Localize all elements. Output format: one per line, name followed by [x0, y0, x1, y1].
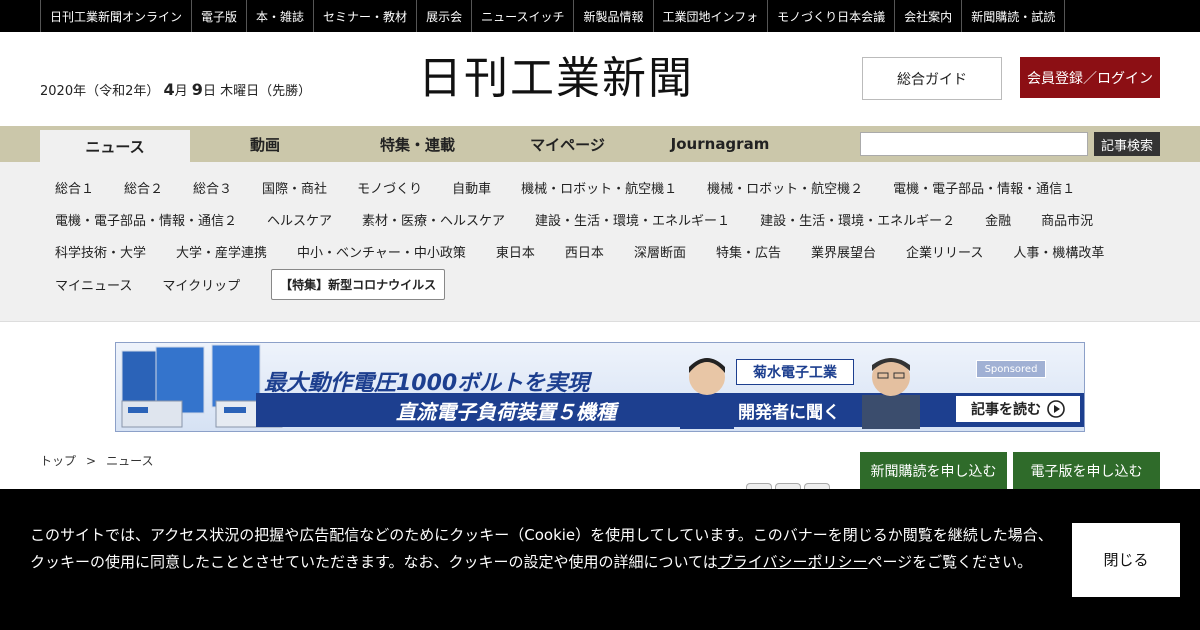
- category-item[interactable]: 素材・医療・ヘルスケア: [347, 210, 520, 229]
- ad-read-more-label: 記事を読む: [971, 402, 1041, 418]
- category-item[interactable]: 科学技術・大学: [40, 242, 161, 261]
- category-item[interactable]: 機械・ロボット・航空機２: [692, 178, 878, 197]
- tab-journagram[interactable]: Journagram: [640, 126, 800, 162]
- category-item[interactable]: 西日本: [550, 242, 619, 261]
- ad-interview-label: 開発者に聞く: [738, 403, 840, 423]
- header-date: 2020年（令和2年） 4月 9日 木曜日（先勝）: [40, 80, 311, 99]
- login-button[interactable]: 会員登録／ログイン: [1020, 57, 1160, 98]
- breadcrumb-home[interactable]: トップ: [40, 454, 76, 468]
- top-nav-item-books[interactable]: 本・雑誌: [246, 0, 313, 32]
- category-row-1: 総合１ 総合２ 総合３ 国際・商社 モノづくり 自動車 機械・ロボット・航空機１…: [40, 171, 1090, 203]
- category-item[interactable]: 企業リリース: [891, 242, 998, 261]
- ad-subheadline: 直流電子負荷装置５機種: [396, 400, 616, 424]
- category-item[interactable]: 特集・広告: [701, 242, 796, 261]
- date-month-unit: 月: [174, 84, 188, 99]
- date-year: 2020年（令和2年）: [40, 84, 160, 99]
- privacy-policy-link[interactable]: プライバシーポリシー: [718, 553, 868, 571]
- date-weekday: 日 木曜日（先勝）: [202, 84, 312, 99]
- category-row-2: 電機・電子部品・情報・通信２ ヘルスケア 素材・医療・ヘルスケア 建設・生活・環…: [40, 203, 1108, 235]
- category-item[interactable]: 総合３: [178, 178, 247, 197]
- category-item[interactable]: 自動車: [437, 178, 506, 197]
- category-item[interactable]: 建設・生活・環境・エネルギー２: [745, 210, 970, 229]
- top-nav-list: 日刊工業新聞オンライン 電子版 本・雑誌 セミナー・教材 展示会 ニュースイッチ…: [40, 0, 1066, 32]
- category-item[interactable]: 機械・ロボット・航空機１: [506, 178, 692, 197]
- sponsored-ad-banner[interactable]: 最大動作電圧1000ボルトを実現 直流電子負荷装置５機種 菊水電子工業 開発者に…: [115, 342, 1085, 432]
- category-item[interactable]: ヘルスケア: [252, 210, 347, 229]
- top-nav-item-company[interactable]: 会社案内: [894, 0, 961, 32]
- ad-read-more-button[interactable]: 記事を読む: [956, 396, 1080, 422]
- top-nav-item-seminar[interactable]: セミナー・教材: [313, 0, 416, 32]
- cookie-close-button[interactable]: 閉じる: [1072, 523, 1180, 597]
- category-menu: 総合１ 総合２ 総合３ 国際・商社 モノづくり 自動車 機械・ロボット・航空機１…: [0, 162, 1200, 322]
- top-nav-item-subscription[interactable]: 新聞購読・試読: [961, 0, 1066, 32]
- cookie-text-end: ページをご覧ください。: [867, 553, 1033, 571]
- top-nav: 日刊工業新聞オンライン 電子版 本・雑誌 セミナー・教材 展示会 ニュースイッチ…: [0, 0, 1200, 32]
- top-nav-item-new-products[interactable]: 新製品情報: [573, 0, 652, 32]
- tab-features[interactable]: 特集・連載: [340, 126, 495, 162]
- category-item[interactable]: 東日本: [481, 242, 550, 261]
- category-item[interactable]: 電機・電子部品・情報・通信２: [40, 210, 252, 229]
- main-tab-bar: ニュース 動画 特集・連載 マイページ Journagram 記事検索: [0, 126, 1200, 162]
- date-day: 9: [191, 80, 203, 99]
- play-circle-icon: [1047, 400, 1065, 418]
- category-item[interactable]: 金融: [970, 210, 1026, 229]
- category-item[interactable]: 建設・生活・環境・エネルギー１: [520, 210, 745, 229]
- category-item[interactable]: 総合１: [40, 178, 109, 197]
- category-item[interactable]: 業界展望台: [796, 242, 891, 261]
- category-item[interactable]: 深層断面: [619, 242, 701, 261]
- breadcrumb-current: ニュース: [106, 454, 154, 468]
- top-nav-item-newswitch[interactable]: ニュースイッチ: [471, 0, 573, 32]
- guide-button[interactable]: 総合ガイド: [862, 57, 1002, 100]
- category-item[interactable]: モノづくり: [342, 178, 437, 197]
- top-nav-item-digital[interactable]: 電子版: [191, 0, 246, 32]
- category-item[interactable]: 中小・ベンチャー・中小政策: [282, 242, 481, 261]
- subscribe-paper-button[interactable]: 新聞購読を申し込む: [860, 452, 1007, 489]
- search-button[interactable]: 記事検索: [1094, 132, 1160, 156]
- search-input[interactable]: [860, 132, 1088, 156]
- ad-headline: 最大動作電圧1000ボルトを実現: [264, 371, 590, 396]
- category-row-4: マイニュース マイクリップ 【特集】新型コロナウイルス: [40, 268, 446, 300]
- sponsored-badge: Sponsored: [976, 360, 1046, 378]
- top-nav-item-monozukuri[interactable]: モノづくり日本会議: [767, 0, 894, 32]
- site-logo[interactable]: 日刊工業新聞: [418, 56, 694, 102]
- category-item-mynews[interactable]: マイニュース: [40, 275, 147, 294]
- top-nav-item-exhibition[interactable]: 展示会: [416, 0, 471, 32]
- ad-company-name: 菊水電子工業: [736, 359, 854, 385]
- developer-photo: [680, 358, 734, 429]
- subscribe-digital-button[interactable]: 電子版を申し込む: [1013, 452, 1160, 489]
- category-item[interactable]: 電機・電子部品・情報・通信１: [878, 178, 1090, 197]
- breadcrumb-separator: >: [86, 454, 97, 468]
- tab-video[interactable]: 動画: [190, 126, 340, 162]
- category-item[interactable]: 人事・機構改革: [998, 242, 1119, 261]
- developer-photo: [862, 358, 920, 429]
- category-item[interactable]: 国際・商社: [247, 178, 342, 197]
- tab-mypage[interactable]: マイページ: [495, 126, 640, 162]
- breadcrumb: トップ > ニュース: [40, 452, 153, 469]
- category-item-myclip[interactable]: マイクリップ: [147, 275, 255, 294]
- cookie-banner: このサイトでは、アクセス状況の把握や広告配信などのためにクッキー（Cookie）…: [0, 489, 1200, 630]
- category-row-3: 科学技術・大学 大学・産学連携 中小・ベンチャー・中小政策 東日本 西日本 深層…: [40, 235, 1119, 267]
- featured-covid-button[interactable]: 【特集】新型コロナウイルス: [271, 268, 446, 300]
- top-nav-item-industrial-park[interactable]: 工業団地インフォ: [652, 0, 768, 32]
- category-item[interactable]: 大学・産学連携: [161, 242, 282, 261]
- date-month: 4: [163, 80, 175, 99]
- top-nav-item-online[interactable]: 日刊工業新聞オンライン: [40, 0, 191, 32]
- cookie-message: このサイトでは、アクセス状況の把握や広告配信などのためにクッキー（Cookie）…: [30, 522, 1060, 576]
- category-item[interactable]: 総合２: [109, 178, 178, 197]
- tab-news[interactable]: ニュース: [40, 130, 190, 162]
- category-item[interactable]: 商品市況: [1026, 210, 1108, 229]
